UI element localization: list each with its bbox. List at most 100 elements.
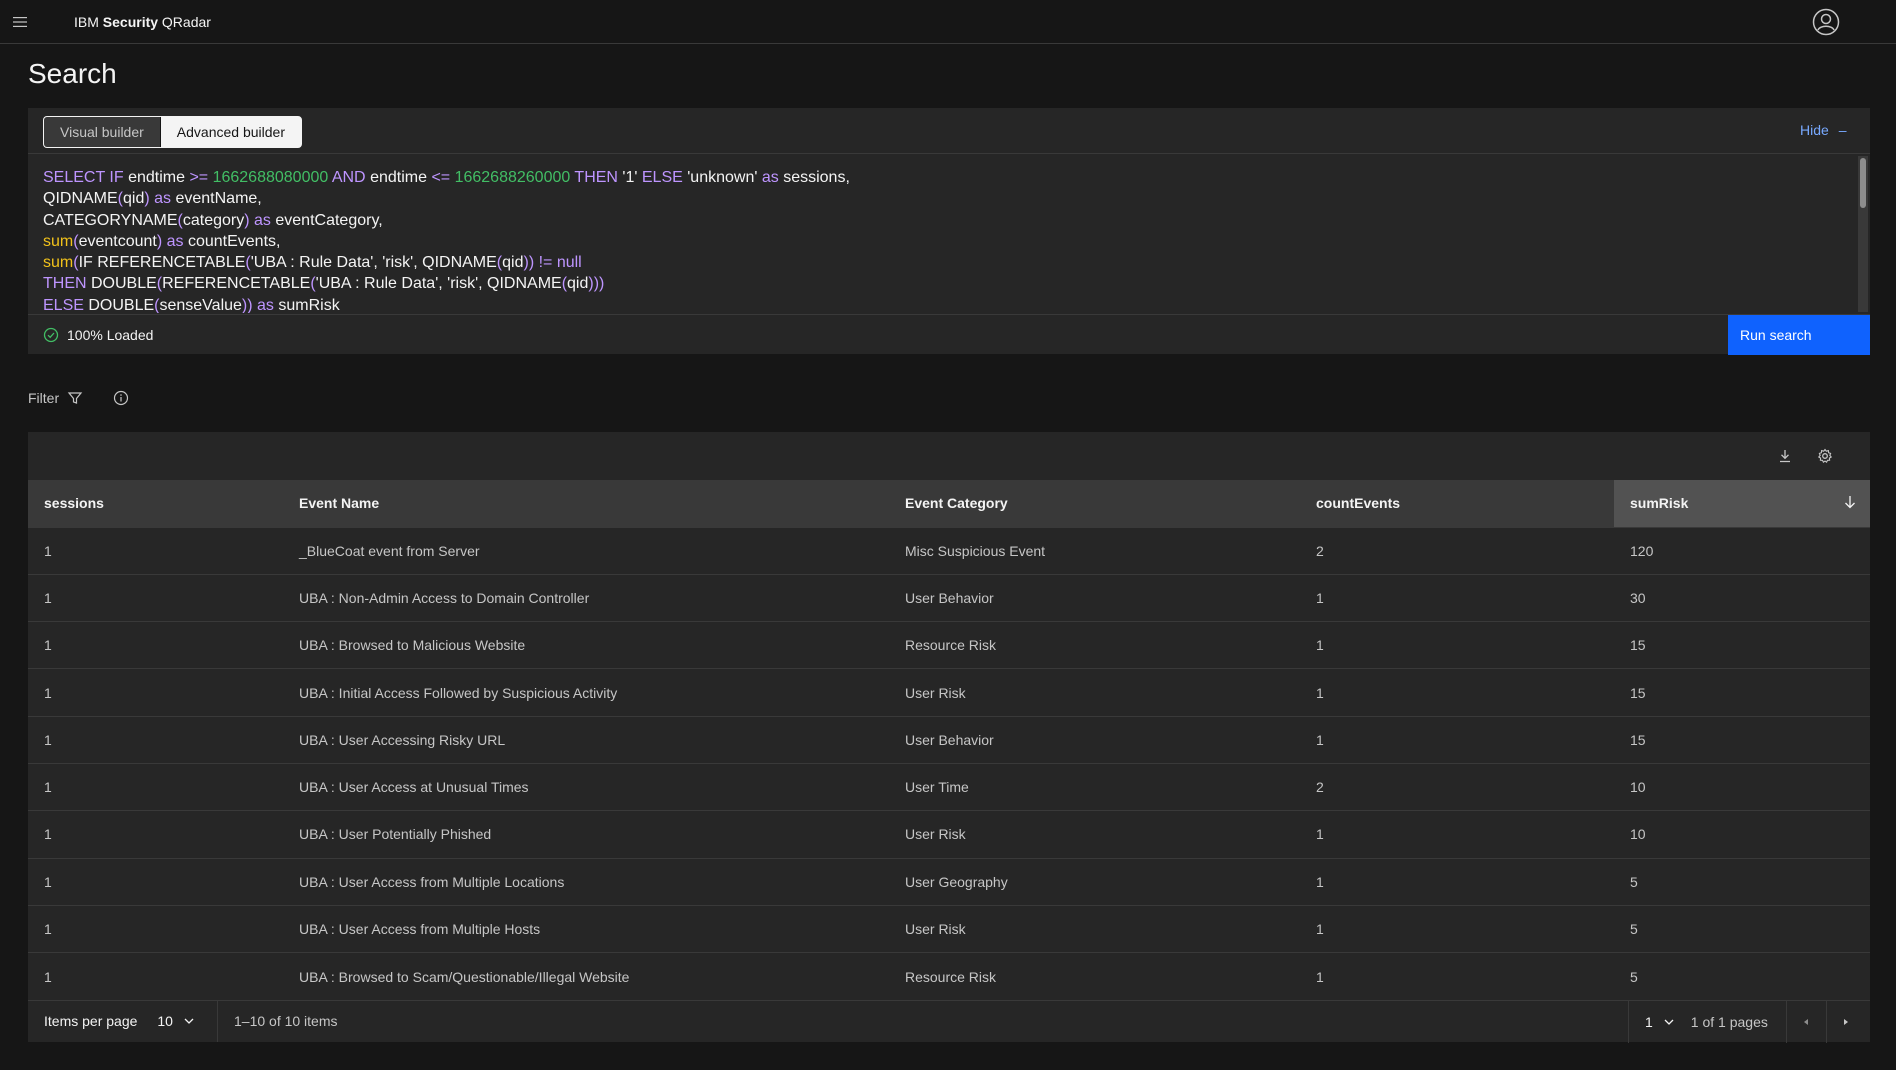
minus-icon: – bbox=[1838, 122, 1847, 138]
results-table: sessions Event Name Event Category count… bbox=[28, 480, 1870, 1000]
table-header-row: sessions Event Name Event Category count… bbox=[28, 480, 1870, 527]
query-token: '1' bbox=[622, 169, 642, 186]
items-per-page-value: 10 bbox=[157, 1013, 173, 1030]
query-token: DOUBLE bbox=[88, 296, 155, 313]
scrollbar-thumb[interactable] bbox=[1860, 158, 1866, 208]
query-line: sum(eventcount) as countEvents, bbox=[43, 231, 1855, 252]
query-token: )) bbox=[523, 254, 535, 272]
cell-event-name: UBA : User Accessing Risky URL bbox=[283, 715, 889, 764]
cell-sessions: 1 bbox=[28, 904, 283, 953]
hide-label: Hide bbox=[1800, 122, 1829, 138]
caret-right-icon bbox=[1844, 1018, 1849, 1025]
cell-sessions: 1 bbox=[28, 715, 283, 764]
query-token: REFERENCETABLE bbox=[162, 275, 311, 293]
column-header-event-category[interactable]: Event Category bbox=[889, 480, 1300, 527]
query-line: QIDNAME(qid) as eventName, bbox=[43, 188, 1855, 209]
query-token: ) as bbox=[144, 190, 176, 208]
query-token: 'UBA : Rule Data', 'risk', QIDNAME bbox=[315, 275, 562, 293]
table-row[interactable]: 1 UBA : User Access at Unusual Times User … bbox=[28, 762, 1870, 811]
cell-event-category: User Risk bbox=[889, 668, 1300, 717]
visual-builder-tab[interactable]: Visual builder bbox=[44, 117, 161, 147]
advanced-builder-tab[interactable]: Advanced builder bbox=[160, 117, 301, 147]
page-select[interactable]: 1 bbox=[1629, 1014, 1691, 1030]
query-token: 1662688080000 bbox=[212, 169, 332, 186]
cell-event-category: Misc Suspicious Event bbox=[889, 526, 1300, 575]
column-header-sum-risk[interactable]: sumRisk bbox=[1614, 480, 1870, 527]
editor-scrollbar[interactable] bbox=[1858, 156, 1868, 312]
table-row[interactable]: 1 UBA : Non-Admin Access to Domain Contro… bbox=[28, 573, 1870, 622]
table-row[interactable]: 1 UBA : Initial Access Followed by Suspic… bbox=[28, 668, 1870, 717]
query-token: senseValue bbox=[159, 296, 242, 313]
page-value: 1 bbox=[1645, 1013, 1653, 1030]
column-header-sessions[interactable]: sessions bbox=[28, 480, 283, 527]
cell-event-category: User Risk bbox=[889, 904, 1300, 953]
check-circle-icon bbox=[43, 327, 59, 342]
query-token: eventCategory, bbox=[275, 211, 383, 229]
query-line: CATEGORYNAME(category) as eventCategory, bbox=[43, 210, 1855, 231]
cell-count-events: 2 bbox=[1300, 762, 1614, 811]
cell-sessions: 1 bbox=[28, 762, 283, 811]
query-token: qid bbox=[567, 275, 589, 293]
query-token: endtime bbox=[128, 169, 190, 186]
query-token: AND bbox=[331, 169, 371, 186]
table-row[interactable]: 1 _BlueCoat event from Server Misc Suspici… bbox=[28, 526, 1870, 575]
cell-sum-risk: 10 bbox=[1614, 810, 1870, 859]
aql-query-editor[interactable]: SELECT IF endtime >= 1662688080000 AND e… bbox=[28, 155, 1870, 313]
query-token: ) as bbox=[244, 211, 276, 229]
cell-event-name: UBA : User Access from Multiple Location… bbox=[283, 857, 889, 906]
cell-count-events: 1 bbox=[1300, 904, 1614, 953]
query-token: eventName, bbox=[175, 190, 262, 208]
table-row[interactable]: 1 UBA : User Access from Multiple Hosts Us… bbox=[28, 904, 1870, 953]
cell-sum-risk: 5 bbox=[1614, 857, 1870, 906]
query-token: SELECT IF bbox=[43, 169, 129, 186]
cell-event-name: UBA : User Potentially Phished bbox=[283, 810, 889, 859]
cell-count-events: 1 bbox=[1300, 857, 1614, 906]
table-row[interactable]: 1 UBA : User Access from Multiple Locatio… bbox=[28, 857, 1870, 906]
top-header: IBM Security QRadar bbox=[0, 0, 1896, 44]
column-header-event-name[interactable]: Event Name bbox=[283, 480, 889, 527]
run-search-button[interactable]: Run search bbox=[1728, 315, 1870, 355]
table-row[interactable]: 1 UBA : User Potentially Phished User Risk… bbox=[28, 810, 1870, 859]
hide-query-button[interactable]: Hide – bbox=[1800, 122, 1847, 138]
cell-sessions: 1 bbox=[28, 621, 283, 669]
query-token: sum bbox=[43, 232, 74, 250]
cell-event-category: User Geography bbox=[889, 857, 1300, 906]
item-range-label: 1–10 of 10 items bbox=[234, 1013, 338, 1030]
items-per-page-control: Items per page 10 bbox=[28, 1000, 218, 1043]
column-header-count-events[interactable]: countEvents bbox=[1300, 480, 1614, 527]
filter-icon[interactable] bbox=[67, 390, 83, 406]
table-row[interactable]: 1 UBA : Browsed to Scam/Questionable/Ille… bbox=[28, 952, 1870, 1000]
query-token: ) as bbox=[156, 232, 188, 250]
query-line: sum(IF REFERENCETABLE('UBA : Rule Data',… bbox=[43, 252, 1855, 273]
table-settings-button[interactable] bbox=[1813, 444, 1837, 468]
filter-row: Filter bbox=[28, 390, 129, 406]
cell-count-events: 1 bbox=[1300, 668, 1614, 717]
query-token: sumRisk bbox=[278, 296, 340, 313]
cell-sessions: 1 bbox=[28, 810, 283, 859]
query-panel: Visual builder Advanced builder Hide – S… bbox=[28, 108, 1870, 355]
sum-risk-label: sumRisk bbox=[1630, 495, 1689, 512]
query-token: 1662688260000 bbox=[454, 169, 575, 186]
items-per-page-select[interactable]: 10 bbox=[157, 1013, 195, 1029]
table-row[interactable]: 1 UBA : User Accessing Risky URL User Beha… bbox=[28, 715, 1870, 764]
next-page-button[interactable] bbox=[1825, 1000, 1866, 1043]
app-brand[interactable]: IBM Security QRadar bbox=[74, 14, 211, 30]
cell-event-category: User Behavior bbox=[889, 573, 1300, 622]
table-row[interactable]: 1 UBA : Browsed to Malicious Website Resou… bbox=[28, 621, 1870, 669]
query-token: )) as bbox=[241, 296, 279, 313]
results-table-container: sessions Event Name Event Category count… bbox=[28, 432, 1870, 1043]
user-profile-button[interactable] bbox=[1810, 6, 1842, 38]
query-token: THEN bbox=[43, 275, 91, 293]
previous-page-button[interactable] bbox=[1785, 1000, 1826, 1043]
hamburger-menu-button[interactable] bbox=[0, 0, 40, 44]
info-icon[interactable] bbox=[113, 390, 129, 406]
builder-switcher: Visual builder Advanced builder bbox=[43, 116, 302, 148]
cell-event-category: User Behavior bbox=[889, 715, 1300, 764]
loaded-label: 100% Loaded bbox=[67, 326, 154, 343]
sort-descending-icon bbox=[1845, 496, 1855, 509]
table-toolbar bbox=[28, 432, 1870, 480]
cell-count-events: 1 bbox=[1300, 952, 1614, 1000]
download-button[interactable] bbox=[1773, 444, 1797, 468]
query-line: SELECT IF endtime >= 1662688080000 AND e… bbox=[43, 167, 1855, 188]
filter-label[interactable]: Filter bbox=[28, 390, 59, 406]
